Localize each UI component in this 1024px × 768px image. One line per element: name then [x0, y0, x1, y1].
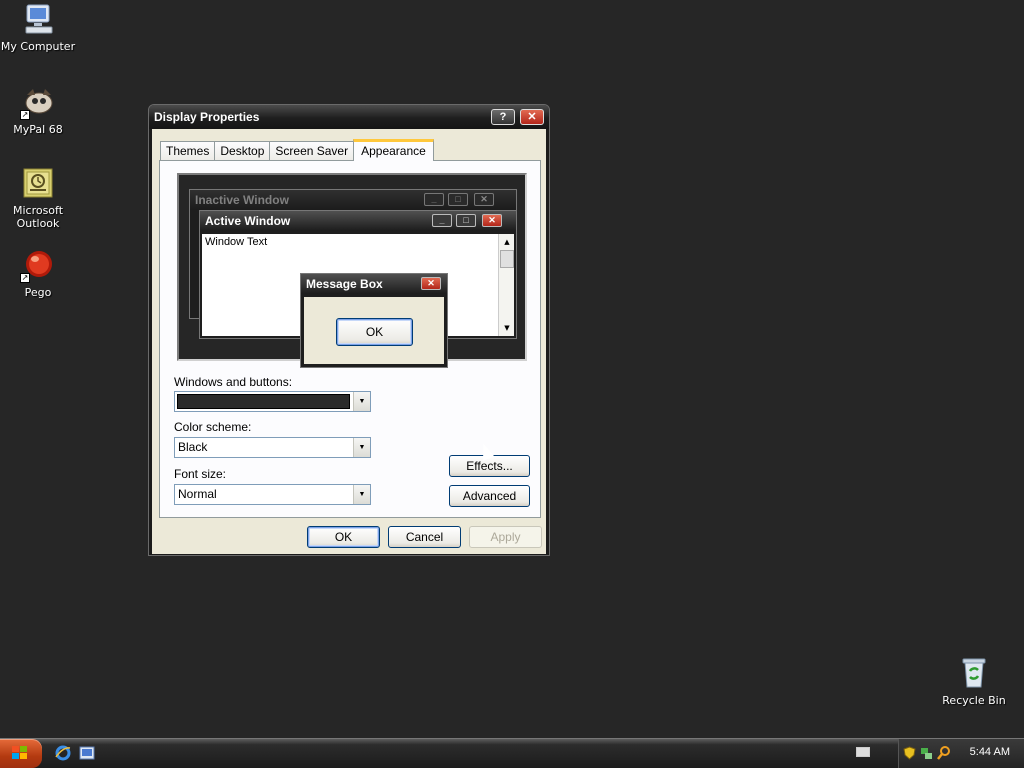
preview-inactive-title-text: Inactive Window — [195, 193, 289, 207]
chevron-down-icon[interactable]: ▼ — [353, 438, 370, 457]
scroll-down-icon: ▼ — [504, 324, 510, 332]
close-button[interactable]: ✕ — [520, 109, 544, 125]
desktop-icon-my-computer[interactable]: My Computer — [0, 2, 76, 53]
desktop-icon-recycle-bin[interactable]: Recycle Bin — [936, 656, 1012, 707]
clock[interactable]: 5:44 AM — [970, 746, 1010, 758]
desktop-icon-pego[interactable]: ↗ Pego — [0, 248, 76, 299]
preview-message-box: Message Box ✕ OK — [300, 273, 448, 368]
tab-desktop[interactable]: Desktop — [214, 141, 271, 161]
shortcut-arrow-icon: ↗ — [20, 273, 30, 283]
icon-label: Recycle Bin — [942, 694, 1006, 707]
window-client: Themes Desktop Screen Saver Appearance I… — [152, 129, 546, 554]
tab-strip: Themes Desktop Screen Saver Appearance — [160, 139, 434, 161]
scroll-thumb — [500, 250, 514, 268]
help-button[interactable]: ? — [491, 109, 515, 125]
security-shield-icon[interactable] — [903, 746, 916, 760]
appearance-preview: Inactive Window _ □ ✕ Active Window _ □ … — [177, 173, 527, 368]
windows-style-swatch — [177, 394, 350, 409]
tab-themes[interactable]: Themes — [160, 141, 216, 161]
scroll-up-icon: ▲ — [504, 238, 510, 246]
chevron-down-icon[interactable]: ▼ — [353, 485, 370, 504]
preview-message-box-title: Message Box ✕ — [301, 274, 447, 294]
font-size-value: Normal — [178, 487, 217, 501]
window-title: Display Properties — [154, 110, 260, 124]
preview-active-title: Active Window _ □ ✕ — [200, 211, 516, 231]
minimize-icon: _ — [432, 214, 452, 227]
windows-and-buttons-select[interactable]: ▼ — [174, 391, 371, 412]
display-properties-window: Display Properties ? ✕ Themes Desktop Sc… — [148, 104, 550, 556]
tab-appearance[interactable]: Appearance — [353, 139, 434, 161]
pego-icon: ↗ — [20, 248, 55, 283]
desktop-icon-mypal[interactable]: ↗ MyPal 68 — [0, 85, 76, 136]
chevron-down-icon[interactable]: ▼ — [353, 392, 370, 411]
outlook-icon — [21, 166, 55, 200]
preview-scrollbar: ▲ ▼ — [498, 234, 514, 336]
preview-ok-button: OK — [336, 318, 413, 346]
tab-screen-saver[interactable]: Screen Saver — [269, 141, 355, 161]
search-icon[interactable] — [937, 746, 950, 760]
recycle-bin-icon — [957, 656, 991, 690]
font-size-label: Font size: — [174, 467, 227, 481]
taskbar: 5:44 AM — [0, 738, 1024, 768]
close-icon: ✕ — [474, 193, 494, 206]
keyboard-language-icon[interactable] — [856, 747, 870, 757]
windows-flag-icon — [12, 746, 28, 761]
icon-label: Pego — [24, 286, 52, 299]
preview-inactive-title: Inactive Window _ □ ✕ — [190, 190, 516, 210]
window-titlebar[interactable]: Display Properties ? ✕ — [149, 105, 549, 129]
preview-window-text: Window Text — [205, 236, 268, 248]
font-size-select[interactable]: Normal ▼ — [174, 484, 371, 505]
windows-and-buttons-label: Windows and buttons: — [174, 375, 293, 389]
show-desktop-icon[interactable] — [79, 745, 95, 761]
appearance-panel: Inactive Window _ □ ✕ Active Window _ □ … — [159, 160, 541, 518]
minimize-icon: _ — [424, 193, 444, 206]
preview-active-window: Active Window _ □ ✕ Window Text ▲ ▼ Mess… — [199, 210, 517, 368]
preview-active-title-text: Active Window — [205, 214, 291, 228]
close-icon: ✕ — [421, 277, 441, 290]
apply-button[interactable]: Apply — [469, 526, 542, 548]
close-icon: ✕ — [482, 214, 502, 227]
internet-explorer-icon[interactable] — [55, 745, 71, 761]
color-scheme-value: Black — [178, 440, 208, 454]
computer-icon — [21, 2, 55, 36]
shortcut-arrow-icon: ↗ — [20, 110, 30, 120]
maximize-icon: □ — [448, 193, 468, 206]
advanced-button[interactable]: Advanced — [449, 485, 530, 507]
icon-label: MyPal 68 — [13, 123, 63, 136]
icon-label: Microsoft Outlook — [12, 204, 64, 230]
color-scheme-label: Color scheme: — [174, 420, 252, 434]
start-button[interactable] — [0, 739, 42, 768]
mypal-icon: ↗ — [20, 85, 55, 120]
system-tray: 5:44 AM — [898, 739, 1024, 768]
icon-label: My Computer — [0, 40, 76, 53]
preview-message-box-title-text: Message Box — [306, 277, 383, 291]
maximize-icon: □ — [456, 214, 476, 227]
color-scheme-select[interactable]: Black ▼ — [174, 437, 371, 458]
ok-button[interactable]: OK — [307, 526, 380, 548]
cancel-button[interactable]: Cancel — [388, 526, 461, 548]
effects-button[interactable]: Effects... — [449, 455, 530, 477]
desktop-icon-outlook[interactable]: Microsoft Outlook — [0, 166, 76, 230]
preview-message-box-body: OK — [304, 297, 444, 364]
network-icon[interactable] — [920, 746, 933, 760]
